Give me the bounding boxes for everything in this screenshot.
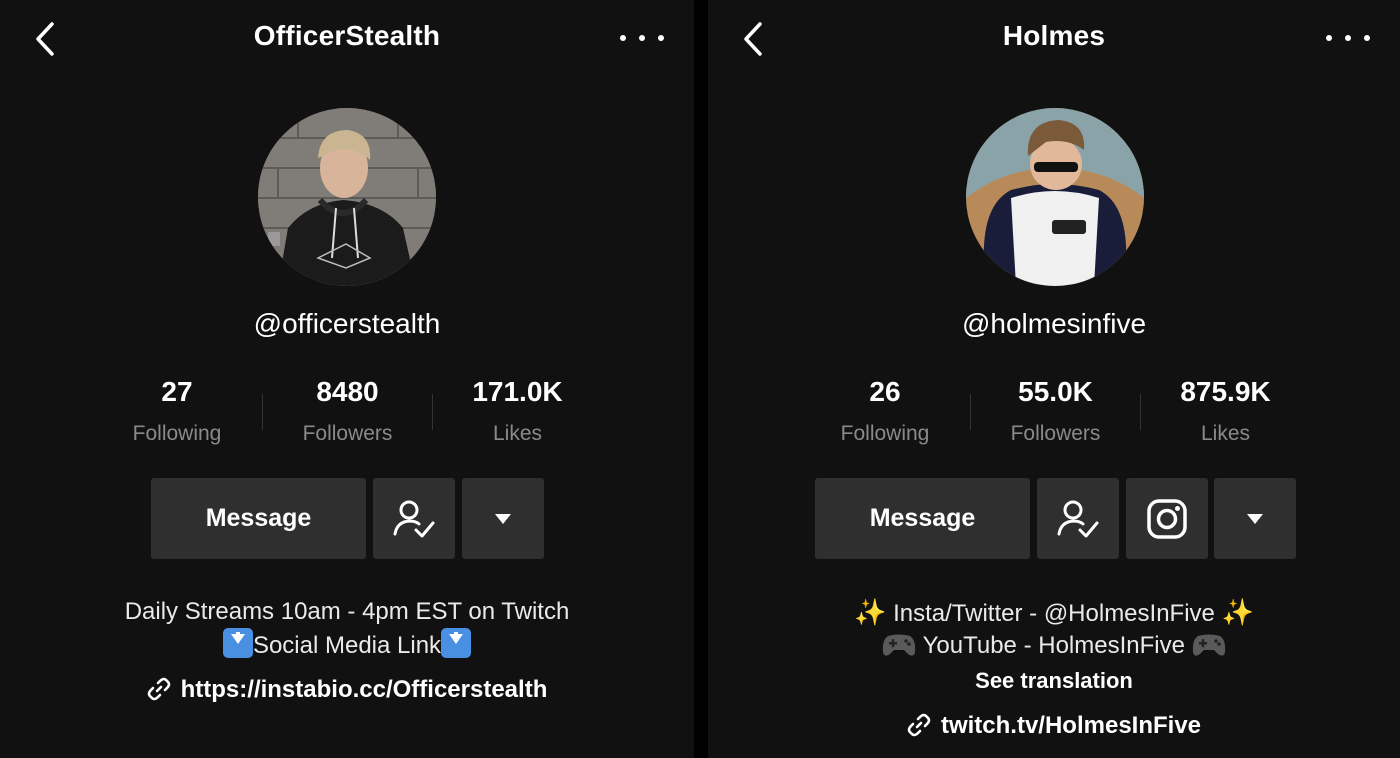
bio-text: ✨ Insta/Twitter - @HolmesInFive ✨ YouTub… bbox=[708, 596, 1400, 662]
bio-line-2-text: Social Media Link bbox=[252, 632, 442, 659]
stats-row: 26 Following 55.0K Followers 875.9K Like… bbox=[800, 372, 1310, 454]
message-button-label: Message bbox=[205, 504, 312, 532]
link-icon bbox=[147, 677, 170, 701]
stat-likes: 171.0K Likes bbox=[433, 372, 602, 454]
stat-label: Followers bbox=[302, 422, 393, 445]
profile-link[interactable]: twitch.tv/HolmesInFive bbox=[708, 712, 1400, 740]
profile-panel-officerstealth: OfficerStealth @officerstealth 27 Follow… bbox=[0, 0, 694, 758]
bio-line-1: Daily Streams 10am - 4pm EST on Twitch bbox=[124, 598, 570, 625]
avatar-photo bbox=[966, 108, 1144, 286]
bio-line-1: ✨ Insta/Twitter - @HolmesInFive ✨ bbox=[708, 596, 1400, 630]
more-actions-dropdown[interactable] bbox=[1214, 478, 1296, 559]
stat-followers[interactable]: 55.0K Followers bbox=[971, 372, 1140, 454]
more-options-button[interactable] bbox=[620, 26, 664, 50]
more-dot bbox=[658, 35, 664, 41]
bio-line-2: YouTube - HolmesInFive bbox=[708, 630, 1400, 662]
message-button[interactable]: Message bbox=[151, 478, 366, 559]
friends-check-icon bbox=[393, 500, 435, 537]
dropdown-triangle-icon bbox=[1247, 513, 1263, 524]
following-status-button[interactable] bbox=[1037, 478, 1119, 559]
message-button-label: Message bbox=[869, 504, 976, 532]
avatar[interactable] bbox=[966, 108, 1144, 286]
profile-link[interactable]: https://instabio.cc/Officerstealth bbox=[0, 676, 694, 704]
stat-following[interactable]: 27 Following bbox=[92, 372, 262, 454]
stat-likes: 875.9K Likes bbox=[1141, 372, 1310, 454]
stats-row: 27 Following 8480 Followers 171.0K Likes bbox=[92, 372, 602, 454]
stat-followers[interactable]: 8480 Followers bbox=[263, 372, 432, 454]
avatar[interactable] bbox=[258, 108, 436, 286]
stat-value: 875.9K bbox=[1180, 376, 1271, 407]
friends-check-icon bbox=[1057, 500, 1099, 537]
more-dot bbox=[639, 35, 645, 41]
profile-link-text: https://instabio.cc/Officerstealth bbox=[180, 676, 548, 703]
more-dots-icon bbox=[1326, 35, 1332, 41]
profile-title: OfficerStealth bbox=[253, 20, 441, 51]
link-icon bbox=[907, 713, 931, 737]
stat-label: Following bbox=[840, 422, 930, 445]
more-dot bbox=[1364, 35, 1370, 41]
more-actions-dropdown[interactable] bbox=[462, 478, 544, 559]
down-arrow-emoji-icon bbox=[441, 628, 472, 658]
bio-line-2: Social Media Link bbox=[0, 628, 694, 662]
stat-label: Likes bbox=[1200, 422, 1251, 445]
message-button[interactable]: Message bbox=[815, 478, 1030, 559]
more-dot bbox=[1345, 35, 1351, 41]
stat-label: Following bbox=[132, 422, 222, 445]
sparkles-icon: ✨ bbox=[1221, 597, 1254, 627]
gamepad-icon bbox=[883, 634, 916, 656]
bio-line-2-text: YouTube - HolmesInFive bbox=[922, 632, 1185, 659]
following-status-button[interactable] bbox=[373, 478, 455, 559]
profile-link-text: twitch.tv/HolmesInFive bbox=[940, 712, 1202, 739]
instagram-button[interactable] bbox=[1126, 478, 1208, 559]
stat-following[interactable]: 26 Following bbox=[800, 372, 970, 454]
profile-panel-holmes: Holmes @holmesinfive 26 Following 55.0K … bbox=[708, 0, 1400, 758]
instagram-icon bbox=[1147, 498, 1187, 539]
profile-handle: @officerstealth bbox=[253, 308, 441, 339]
stat-value: 26 bbox=[869, 376, 901, 407]
screenshot-stage: OfficerStealth @officerstealth 27 Follow… bbox=[0, 0, 1400, 758]
down-arrow-emoji-icon bbox=[222, 628, 253, 658]
stat-label: Followers bbox=[1010, 422, 1101, 445]
gamepad-icon bbox=[1192, 634, 1225, 656]
dropdown-triangle-icon bbox=[495, 513, 511, 524]
more-options-button[interactable] bbox=[1326, 26, 1370, 50]
stat-value: 8480 bbox=[316, 376, 379, 407]
more-dots-icon bbox=[620, 35, 626, 41]
profile-handle: @holmesinfive bbox=[961, 308, 1147, 339]
stat-value: 55.0K bbox=[1018, 376, 1093, 407]
profile-title: Holmes bbox=[1002, 20, 1106, 51]
see-translation-link[interactable]: See translation bbox=[708, 668, 1400, 694]
top-bar: OfficerStealth bbox=[0, 0, 694, 76]
stat-value: 171.0K bbox=[472, 376, 563, 407]
avatar-photo bbox=[258, 108, 436, 286]
bio-text: Daily Streams 10am - 4pm EST on Twitch S… bbox=[0, 596, 694, 662]
top-bar: Holmes bbox=[708, 0, 1400, 76]
stat-label: Likes bbox=[492, 422, 543, 445]
stat-value: 27 bbox=[161, 376, 193, 407]
sparkles-icon: ✨ bbox=[854, 597, 887, 627]
bio-line-1-text: Insta/Twitter - @HolmesInFive bbox=[893, 600, 1215, 627]
